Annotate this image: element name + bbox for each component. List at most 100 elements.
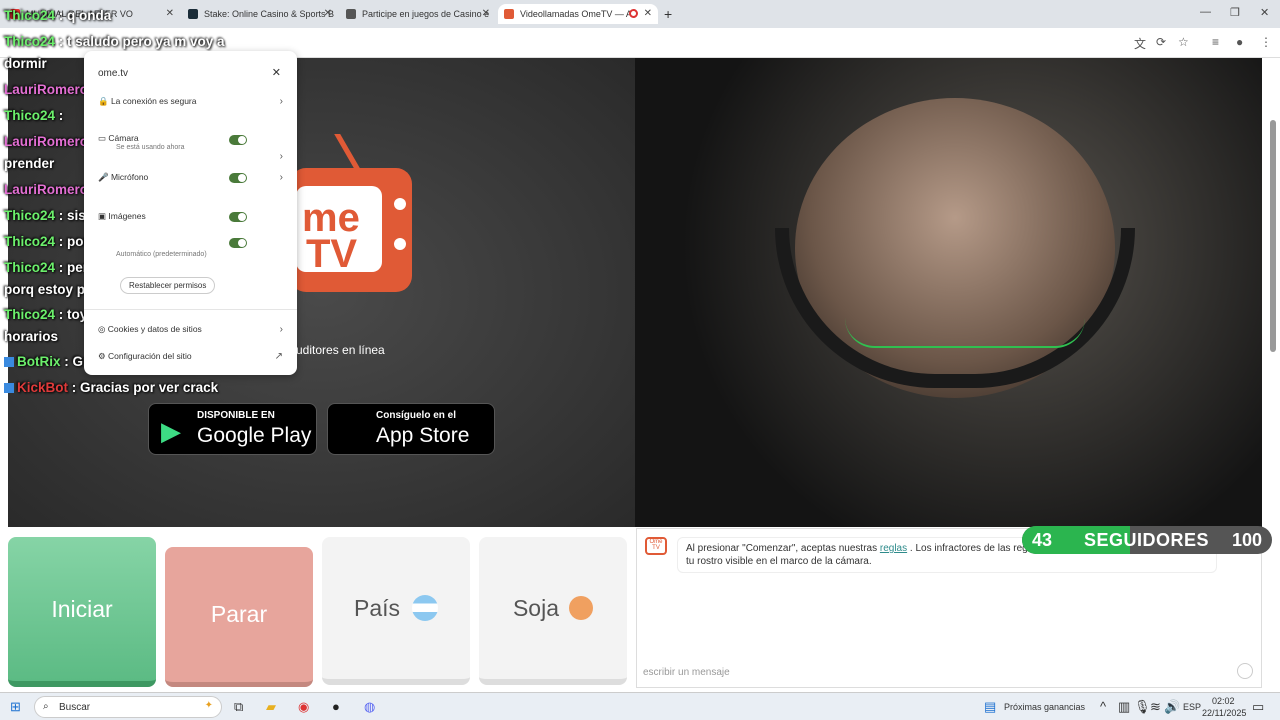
recording-icon <box>629 9 638 18</box>
install-icon[interactable]: ⟳ <box>1156 35 1166 49</box>
microphone-icon[interactable]: 🎙 <box>1134 699 1151 715</box>
popup-mic-row[interactable]: 🎤 Micrófono › <box>98 172 283 183</box>
popup-secure-row[interactable]: 🔒 La conexión es segura › <box>98 96 283 107</box>
chat-message: prender <box>4 156 55 171</box>
tab-2[interactable]: Stake: Online Casino & Sports B ✕ <box>182 4 338 24</box>
volume-icon[interactable]: 🔊 <box>1164 699 1180 715</box>
start-button[interactable]: Iniciar <box>8 537 156 687</box>
chat-username: Thico24 <box>4 108 56 123</box>
chevron-right-icon: › <box>279 172 283 183</box>
discord-icon[interactable]: ◍ <box>364 699 375 715</box>
news-icon[interactable]: ▤ <box>984 699 996 715</box>
popup-auto-row[interactable]: Automático (predeterminado) <box>98 237 283 258</box>
notifications-icon[interactable]: ▭ <box>1252 699 1264 715</box>
emoji-icon[interactable] <box>1237 663 1253 679</box>
close-icon[interactable]: ✕ <box>166 8 174 19</box>
google-play-text: Google Play <box>197 424 312 447</box>
bot-badge-icon <box>4 357 14 368</box>
ometv-small-icon: Ome TV <box>645 537 667 555</box>
camera-toggle[interactable] <box>229 135 247 145</box>
chrome-icon[interactable]: ◉ <box>298 699 309 715</box>
cookie-icon: ◎ <box>98 324 108 334</box>
external-link-icon: ↗ <box>274 351 283 362</box>
rules-text-pre: Al presionar "Comenzar", aceptas nuestra… <box>686 543 878 554</box>
site-info-popup: ome.tv ✕ 🔒 La conexión es segura › ▭ Cám… <box>84 51 297 375</box>
browser-tab-bar: MUNDIAL DEL AFTER VO ✕ Stake: Online Cas… <box>0 0 1280 28</box>
chat-username: Thico24 <box>4 8 56 23</box>
settings-label: Configuración del sitio <box>107 351 192 361</box>
popup-cookies-row[interactable]: ◎ Cookies y datos de sitios › <box>98 324 283 335</box>
google-play-small-text: DISPONIBLE EN <box>197 410 275 421</box>
stake-icon <box>188 9 198 19</box>
rules-link[interactable]: reglas <box>880 543 907 554</box>
camera-label: Cámara <box>108 133 139 143</box>
ometv-logo: me TV <box>290 134 412 292</box>
obs-icon[interactable]: ● <box>332 699 340 714</box>
chat-message: dormir <box>4 56 47 71</box>
stop-button[interactable]: Parar <box>165 547 313 687</box>
app-store-badge[interactable]: Consíguelo en el App Store <box>327 403 495 455</box>
camera-sub: Se está usando ahora <box>116 144 185 151</box>
google-play-icon: ▶ <box>161 416 181 446</box>
restore-icon[interactable]: ❐ <box>1230 6 1240 19</box>
tab-3[interactable]: Participe en juegos de Casino e ✕ <box>340 4 496 24</box>
chevron-right-icon: › <box>279 96 283 107</box>
close-icon[interactable]: ✕ <box>482 8 490 19</box>
popup-camera-row[interactable]: ▭ Cámara Se está usando ahora › <box>98 133 283 162</box>
minimize-icon[interactable]: — <box>1200 6 1211 18</box>
windows-start-icon[interactable]: ⊞ <box>10 699 21 715</box>
auto-label: Automático (predeterminado) <box>116 251 207 258</box>
google-play-badge[interactable]: ▶ DISPONIBLE EN Google Play <box>148 403 317 455</box>
reading-list-icon[interactable]: ≡ <box>1212 35 1219 49</box>
close-icon[interactable]: ✕ <box>272 66 281 79</box>
chat-message: horarios <box>4 329 59 344</box>
translate-icon[interactable]: 文 <box>1134 35 1146 52</box>
camera-icon: ▭ <box>98 133 109 143</box>
copilot-icon: ✦ <box>204 700 213 711</box>
chat-line: dormir <box>4 56 47 71</box>
cookies-label: Cookies y datos de sitios <box>107 324 202 334</box>
page-scrollbar[interactable] <box>1270 120 1276 352</box>
new-tab-button[interactable]: + <box>664 6 672 22</box>
tab-4-active[interactable]: Videollamadas OmeTV — A ✕ <box>498 4 658 24</box>
auto-toggle[interactable] <box>229 238 247 248</box>
taskbar-search[interactable]: ⌕ Buscar ✦ <box>34 696 222 718</box>
clock-date[interactable]: 22/11/2025 <box>1202 708 1246 718</box>
chat-message: : t saludo pero ya m voy a <box>55 34 225 49</box>
news-label[interactable]: Próximas ganancias <box>1004 702 1085 712</box>
headset-light <box>845 318 1085 348</box>
clock-time[interactable]: 02:02 <box>1212 696 1235 706</box>
mic-toggle[interactable] <box>229 173 247 183</box>
ometv-icon <box>504 9 514 19</box>
language-indicator[interactable]: ESP <box>1183 702 1201 712</box>
menu-icon[interactable]: ⋮ <box>1260 35 1272 49</box>
close-icon[interactable]: ✕ <box>644 8 652 19</box>
message-input[interactable]: escribir un mensaje <box>643 667 730 678</box>
chat-message: : Gracias por ver crack <box>68 380 219 395</box>
popup-images-row[interactable]: ▣ Imágenes <box>98 211 283 222</box>
task-view-icon[interactable]: ⧉ <box>234 699 243 715</box>
network-icon[interactable]: ▥ <box>1118 699 1130 715</box>
close-icon[interactable]: ✕ <box>324 8 332 19</box>
images-toggle[interactable] <box>229 212 247 222</box>
windows-taskbar: ⊞ ⌕ Buscar ✦ ⧉ ▰ ◉ ● ◍ ▤ Próximas gananc… <box>0 692 1280 720</box>
followers-current: 43 <box>1032 530 1053 550</box>
reset-permissions-button[interactable]: Restablecer permisos <box>120 277 216 294</box>
headset-graphic <box>775 228 1135 388</box>
popup-domain: ome.tv <box>98 68 129 79</box>
close-window-icon[interactable]: ✕ <box>1260 6 1269 19</box>
popup-settings-row[interactable]: ⚙ Configuración del sitio ↗ <box>98 351 283 362</box>
profile-avatar-icon[interactable]: ● <box>1236 35 1243 49</box>
wifi-icon[interactable]: ≋ <box>1150 699 1161 715</box>
gender-label: Soja <box>512 594 560 621</box>
chevron-right-icon: › <box>279 151 283 162</box>
gender-button[interactable]: Soja <box>479 537 627 685</box>
search-icon: ⌕ <box>43 701 49 712</box>
followers-goal-bar: 43 SEGUIDORES 100 <box>1022 526 1272 554</box>
chevron-up-icon[interactable]: ^ <box>1100 699 1106 714</box>
chat-line: Thico24 : q onda <box>4 8 111 23</box>
country-button[interactable]: País <box>322 537 470 685</box>
bookmark-star-icon[interactable]: ☆ <box>1178 35 1189 49</box>
file-explorer-icon[interactable]: ▰ <box>266 699 276 715</box>
tab-4-title: Videollamadas OmeTV — A <box>520 9 632 19</box>
